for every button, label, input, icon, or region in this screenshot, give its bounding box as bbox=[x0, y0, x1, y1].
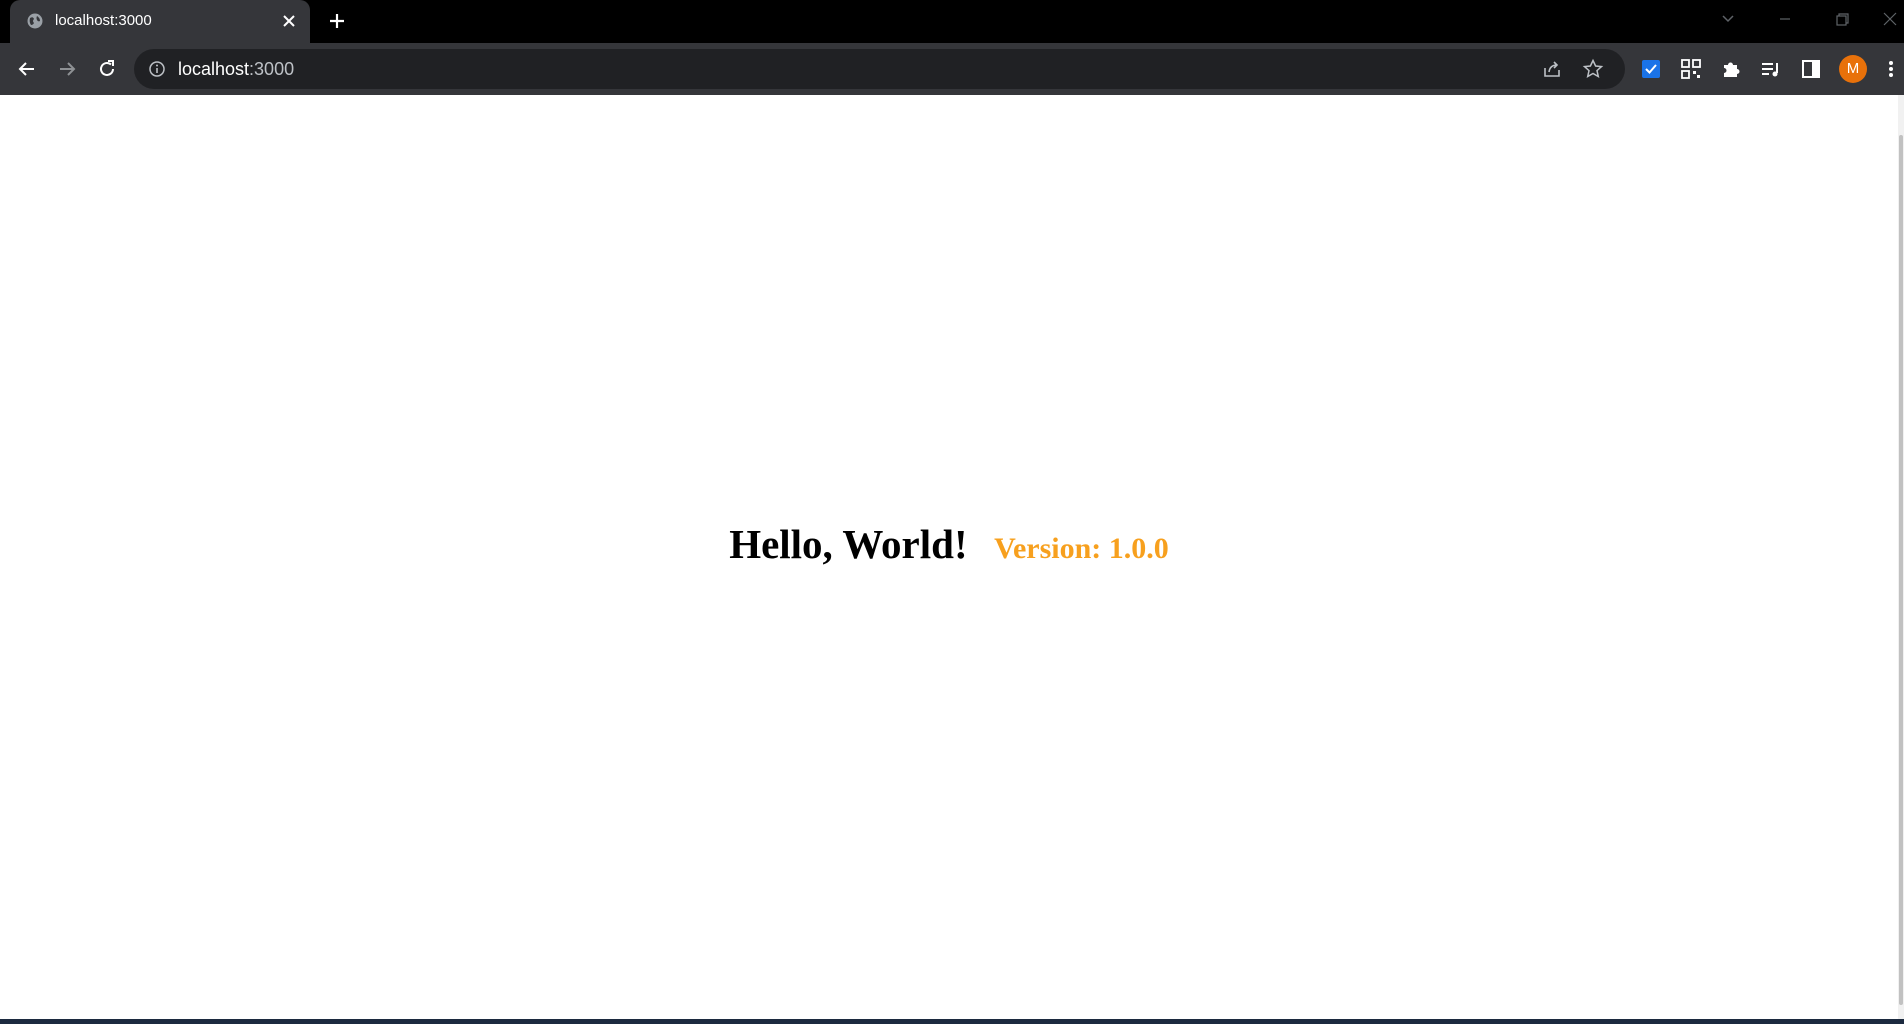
info-icon[interactable] bbox=[148, 60, 166, 78]
profile-avatar[interactable]: M bbox=[1839, 55, 1867, 83]
reload-button[interactable] bbox=[94, 56, 120, 82]
taskbar-edge bbox=[0, 1019, 1904, 1024]
tab-strip: localhost:3000 bbox=[0, 0, 1904, 43]
page-viewport: Hello, World! Version: 1.0.0 bbox=[0, 95, 1898, 1019]
page-title: Hello, World! bbox=[729, 521, 968, 567]
vertical-scrollbar[interactable] bbox=[1898, 95, 1904, 1019]
reading-list-icon[interactable] bbox=[1758, 56, 1784, 82]
new-tab-button[interactable] bbox=[325, 9, 349, 33]
forward-icon bbox=[60, 62, 76, 76]
address-bar[interactable]: localhost:3000 bbox=[134, 49, 1625, 89]
checkbox-extension-icon[interactable] bbox=[1638, 56, 1664, 82]
restore-icon bbox=[1836, 13, 1849, 26]
address-host: localhost bbox=[178, 59, 250, 79]
chevron-down-icon bbox=[1722, 15, 1734, 23]
browser-window: localhost:3000 localhost:3000 M Hello, W… bbox=[0, 0, 1904, 1024]
version-label: Version: 1.0.0 bbox=[994, 532, 1169, 565]
close-window-icon bbox=[1883, 12, 1897, 26]
back-icon bbox=[18, 62, 34, 76]
restore-button[interactable] bbox=[1830, 8, 1854, 30]
tab-title: localhost:3000 bbox=[55, 12, 152, 29]
star-icon[interactable] bbox=[1582, 58, 1604, 80]
tab-search-button[interactable] bbox=[1716, 8, 1740, 30]
scrollbar-thumb[interactable] bbox=[1899, 135, 1903, 1005]
address-port: :3000 bbox=[249, 59, 295, 79]
address-url: localhost:3000 bbox=[178, 59, 294, 80]
forward-button[interactable] bbox=[54, 56, 80, 82]
close-icon[interactable] bbox=[280, 12, 298, 30]
plus-icon bbox=[330, 14, 344, 28]
share-icon[interactable] bbox=[1541, 58, 1563, 80]
menu-kebab-icon[interactable] bbox=[1884, 56, 1898, 82]
globe-icon bbox=[26, 12, 44, 30]
back-button[interactable] bbox=[14, 56, 40, 82]
hero: Hello, World! Version: 1.0.0 bbox=[0, 520, 1898, 568]
browser-toolbar: localhost:3000 M bbox=[0, 43, 1904, 95]
side-panel-icon[interactable] bbox=[1798, 56, 1824, 82]
close-window-button[interactable] bbox=[1878, 8, 1902, 30]
qr-code-icon[interactable] bbox=[1678, 56, 1704, 82]
tab-localhost[interactable]: localhost:3000 bbox=[10, 0, 310, 43]
minimize-icon bbox=[1780, 18, 1790, 20]
puzzle-icon[interactable] bbox=[1718, 56, 1744, 82]
minimize-button[interactable] bbox=[1773, 8, 1797, 30]
reload-icon bbox=[100, 60, 114, 76]
